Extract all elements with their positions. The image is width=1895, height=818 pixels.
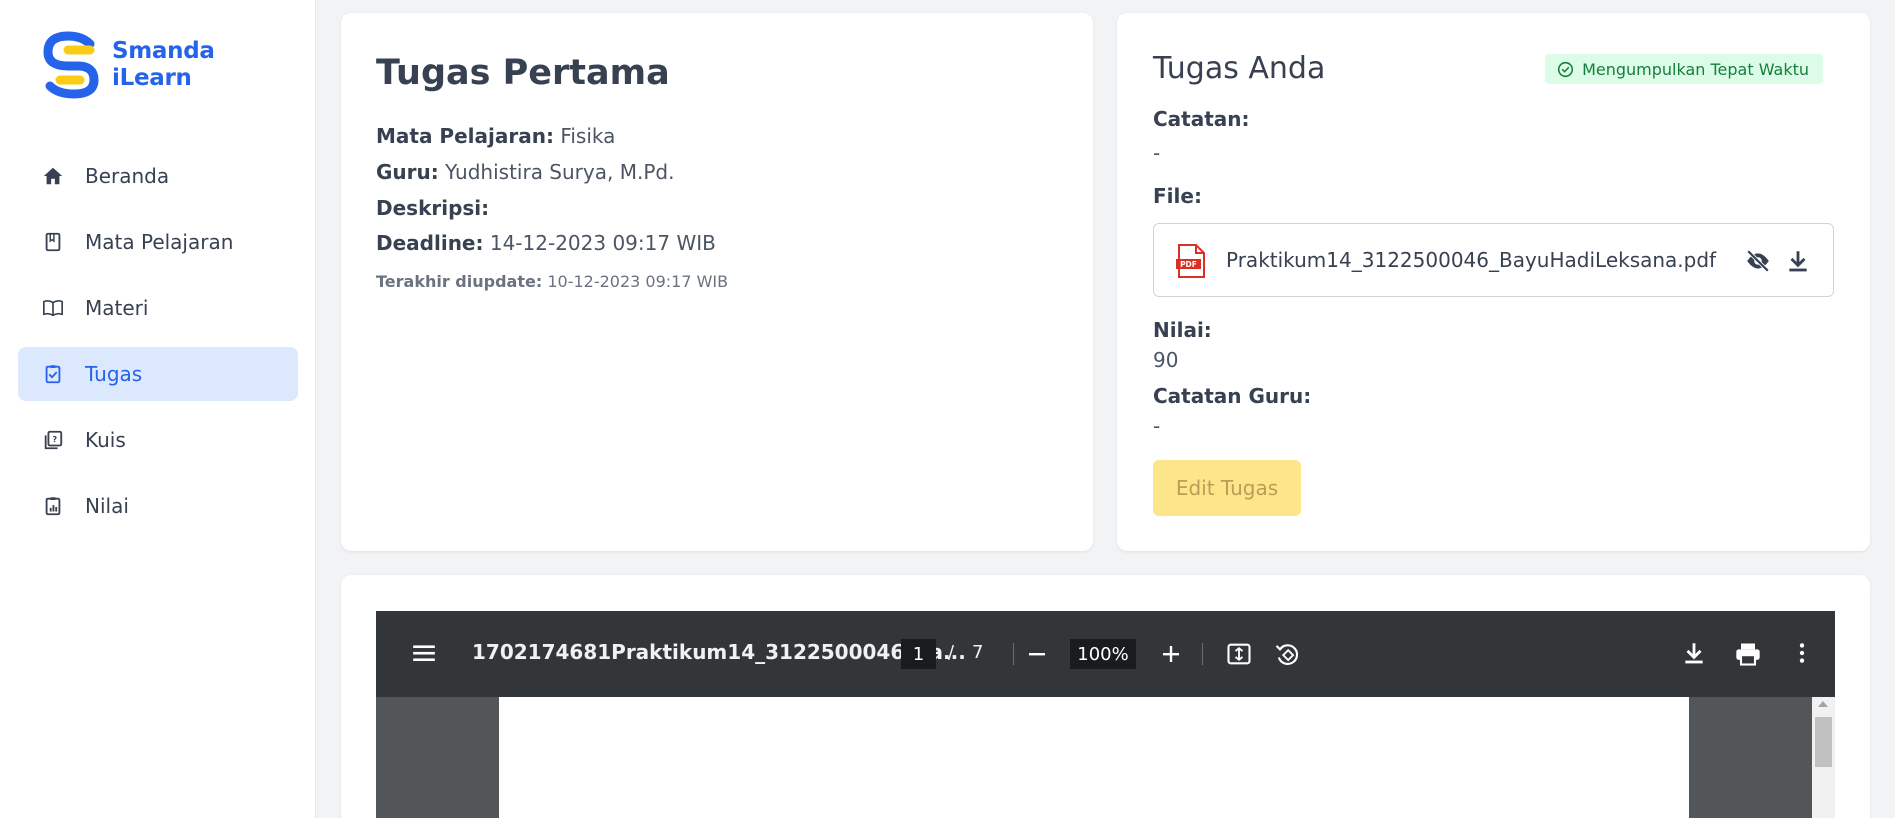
sidebar-item-mata-pelajaran[interactable]: Mata Pelajaran (18, 215, 298, 269)
toolbar-divider (1202, 643, 1203, 665)
fit-page-button[interactable] (1225, 640, 1253, 668)
notes-label: Catatan: (1153, 107, 1250, 131)
sidebar: Smanda iLearn Beranda Mata Pelajaran Mat… (0, 0, 316, 818)
sidebar-item-kuis[interactable]: ? Kuis (18, 413, 298, 467)
quiz-icon: ? (42, 429, 64, 451)
check-circle-icon (1557, 61, 1574, 77)
subject-row: Mata Pelajaran: Fisika (376, 124, 615, 148)
print-icon (1736, 643, 1760, 666)
zoom-in-button[interactable] (1159, 642, 1183, 666)
pdf-icon-label: PDF (1180, 260, 1197, 269)
sidebar-item-tugas[interactable]: Tugas (18, 347, 298, 401)
app-logo[interactable]: Smanda iLearn (38, 30, 215, 100)
status-badge: Mengumpulkan Tepat Waktu (1545, 54, 1823, 84)
teacher-label: Guru: (376, 160, 439, 184)
edit-assignment-button[interactable]: Edit Tugas (1153, 460, 1301, 516)
download-icon (1789, 251, 1807, 272)
sidebar-nav: Beranda Mata Pelajaran Materi Tugas ? Ku… (18, 149, 298, 545)
grade-label: Nilai: (1153, 318, 1212, 342)
status-text: Mengumpulkan Tepat Waktu (1582, 59, 1809, 79)
subject-value: Fisika (560, 124, 616, 148)
deadline-label: Deadline: (376, 231, 484, 255)
svg-text:?: ? (52, 434, 57, 444)
more-options-button[interactable] (1789, 640, 1815, 666)
updated-value: 10-12-2023 09:17 WIB (547, 272, 729, 291)
file-attachment: PDF Praktikum14_3122500046_BayuHadiLeksa… (1153, 223, 1834, 297)
sidebar-item-nilai[interactable]: Nilai (18, 479, 298, 533)
toolbar-divider (1013, 643, 1014, 665)
submission-title: Tugas Anda (1153, 51, 1326, 86)
sidebar-item-label: Tugas (85, 362, 143, 386)
download-icon (1685, 643, 1703, 664)
home-icon (42, 165, 64, 187)
assignment-card: Tugas Pertama Mata Pelajaran: Fisika Gur… (341, 13, 1093, 551)
print-button[interactable] (1734, 640, 1762, 668)
description-label: Deskripsi: (376, 196, 490, 220)
deadline-value: 14-12-2023 09:17 WIB (489, 231, 716, 255)
description-row: Deskripsi: (376, 196, 489, 220)
zoom-input[interactable]: 100% (1070, 639, 1136, 669)
page-total: 7 (972, 642, 984, 663)
rotate-button[interactable] (1273, 640, 1301, 668)
logo-text: Smanda iLearn (112, 38, 215, 92)
pdf-title: 1702174681Praktikum14_3122500046_Ba... (472, 640, 966, 664)
pdf-viewer: 1702174681Praktikum14_3122500046_Ba... 1… (376, 611, 1835, 818)
file-name: Praktikum14_3122500046_BayuHadiLeksana.p… (1226, 248, 1717, 272)
teacher-notes-value: - (1153, 414, 1161, 438)
grade-value: 90 (1153, 348, 1179, 372)
pdf-preview-card: 1702174681Praktikum14_3122500046_Ba... 1… (341, 575, 1870, 818)
sidebar-item-label: Kuis (85, 428, 126, 452)
pdf-file-icon: PDF (1176, 244, 1205, 278)
minus-icon (1029, 653, 1045, 656)
updated-label: Terakhir diupdate: (376, 272, 543, 291)
logo-line2: iLearn (112, 65, 192, 91)
teacher-row: Guru: Yudhistira Surya, M.Pd. (376, 160, 674, 184)
deadline-row: Deadline: 14-12-2023 09:17 WIB (376, 231, 716, 255)
subject-label: Mata Pelajaran: (376, 124, 554, 148)
rotate-icon (1275, 644, 1299, 665)
logo-line1: Smanda (112, 38, 215, 64)
page-separator: / (948, 642, 955, 663)
open-book-icon (42, 297, 64, 319)
notes-value: - (1153, 141, 1161, 165)
sidebar-item-label: Nilai (85, 494, 129, 518)
clipboard-check-icon (42, 363, 64, 385)
logo-icon (43, 31, 99, 99)
pdf-page (499, 697, 1689, 818)
menu-icon (413, 645, 435, 662)
fit-page-icon (1227, 643, 1251, 665)
book-icon (42, 231, 64, 253)
sidebar-item-label: Materi (85, 296, 149, 320)
submission-card: Tugas Anda Mengumpulkan Tepat Waktu Cata… (1117, 13, 1870, 551)
assignment-title: Tugas Pertama (376, 53, 670, 93)
page-number-input[interactable]: 1 (901, 639, 936, 669)
updated-row: Terakhir diupdate: 10-12-2023 09:17 WIB (376, 272, 728, 291)
pdf-download-button[interactable] (1681, 640, 1707, 666)
pdf-toolbar: 1702174681Praktikum14_3122500046_Ba... 1… (376, 611, 1835, 697)
sidebar-item-label: Mata Pelajaran (85, 230, 234, 254)
download-file-button[interactable] (1785, 248, 1811, 274)
more-vertical-icon (1799, 643, 1805, 663)
scrollbar-thumb[interactable] (1815, 717, 1832, 767)
menu-button[interactable] (411, 640, 437, 666)
teacher-notes-label: Catatan Guru: (1153, 384, 1312, 408)
report-icon (42, 495, 64, 517)
eye-off-icon (1746, 249, 1770, 273)
hide-preview-button[interactable] (1745, 248, 1771, 274)
plus-icon (1163, 646, 1179, 662)
sidebar-item-materi[interactable]: Materi (18, 281, 298, 335)
file-label: File: (1153, 184, 1202, 208)
pdf-scrollbar[interactable] (1812, 697, 1835, 818)
teacher-value: Yudhistira Surya, M.Pd. (445, 160, 675, 184)
zoom-out-button[interactable] (1025, 642, 1049, 666)
sidebar-item-beranda[interactable]: Beranda (18, 149, 298, 203)
sidebar-item-label: Beranda (85, 164, 170, 188)
scroll-up-arrow-icon[interactable] (1818, 701, 1828, 707)
